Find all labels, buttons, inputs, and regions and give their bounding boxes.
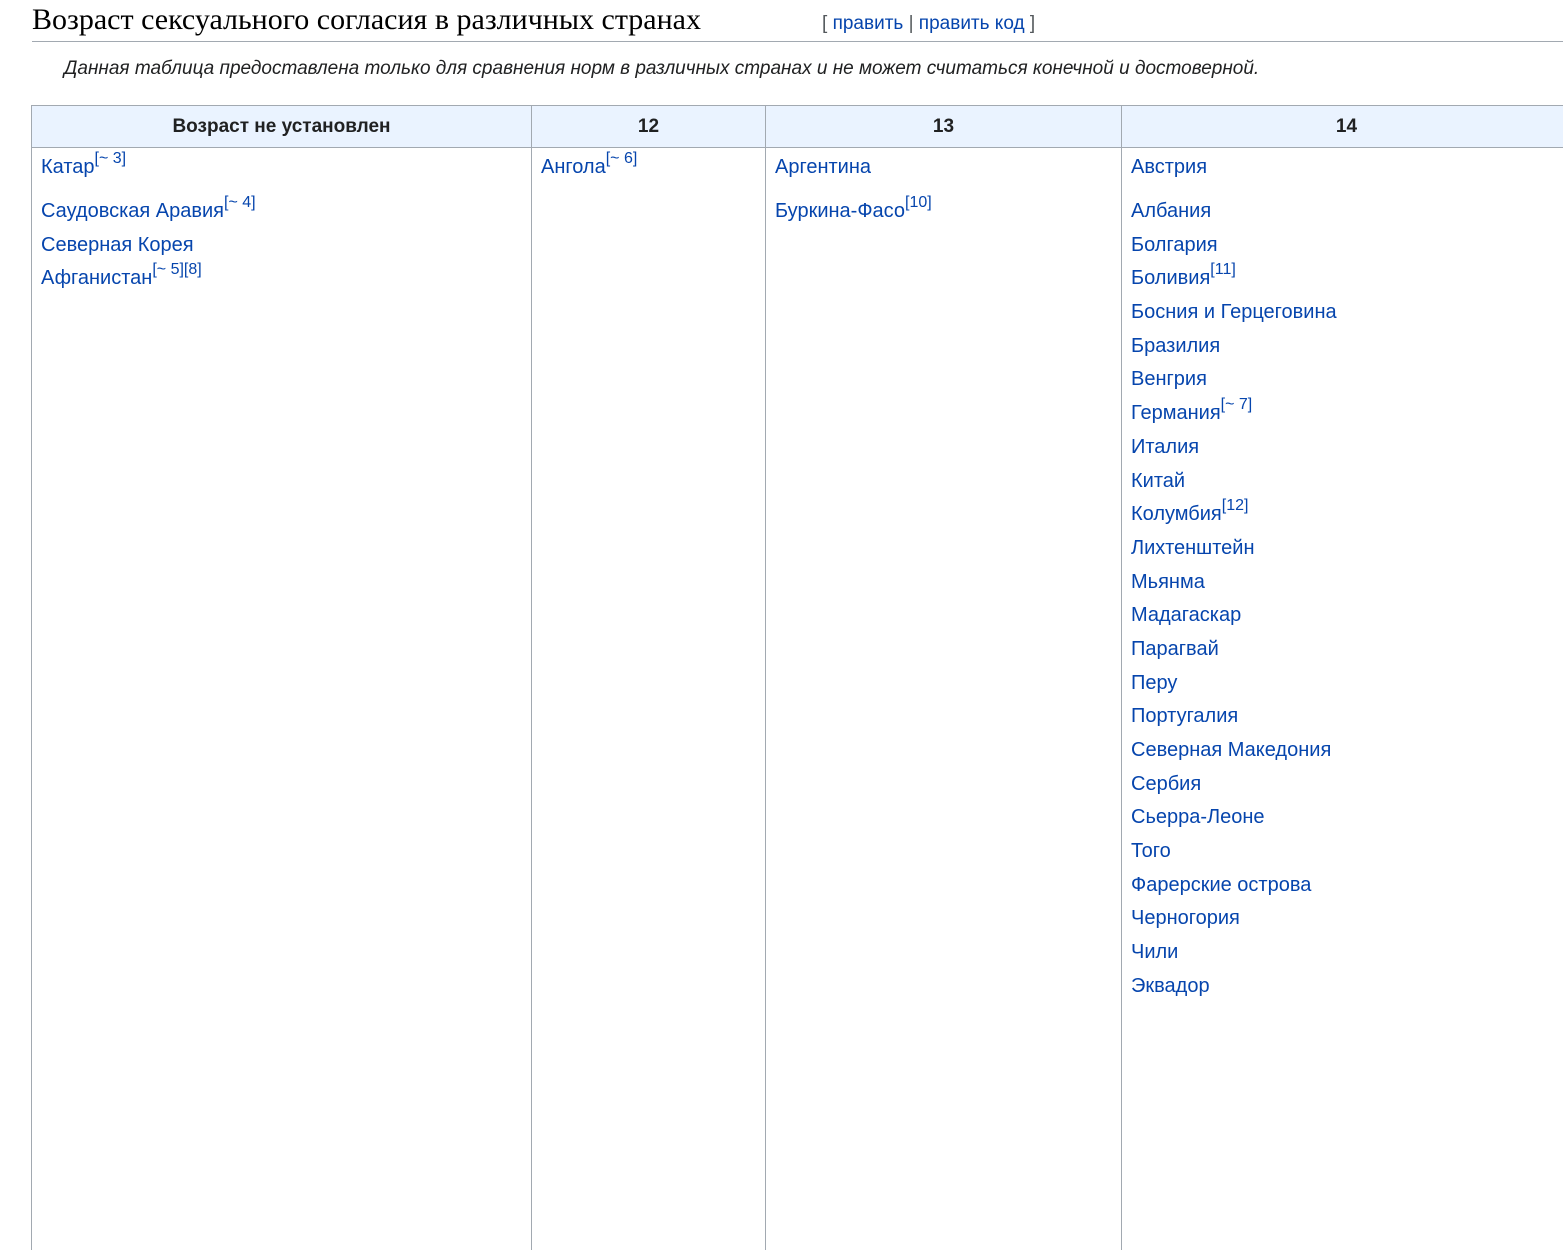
country-link[interactable]: Мьянма [1131,571,1205,593]
country-link[interactable]: Бразилия [1131,335,1220,357]
list-item: Португалия [1131,703,1563,729]
country-link[interactable]: Аргентина [775,156,871,178]
country-link[interactable]: Венгрия [1131,368,1207,390]
country-link[interactable]: Лихтенштейн [1131,537,1255,559]
section-heading: Возраст сексуального согласия в различны… [32,0,1563,42]
edit-bracket-close: ] [1029,13,1036,34]
country-link[interactable]: Того [1131,840,1171,862]
disclaimer-note: Данная таблица предоставлена только для … [64,58,1260,79]
edit-code-link[interactable]: править код [919,13,1025,34]
table-header-row: Возраст не установлен 12 13 14 [31,105,1563,148]
country-link[interactable]: Сьерра-Леоне [1131,806,1265,828]
list-item: Северная Корея [41,232,531,258]
column-age-14: Австрия Албания Болгария Боливия[11] Босния … [1121,147,1563,1250]
list-item: Аргентина [775,154,1121,180]
country-link[interactable]: Боливия [1131,267,1210,289]
list-item: Буркина-Фасо[10] [775,195,1121,224]
header-age-13: 13 [765,105,1122,148]
country-link[interactable]: Северная Македония [1131,739,1331,761]
column-age-12: Ангола[~ 6] [531,147,766,1250]
header-age-14: 14 [1121,105,1563,148]
list-item: Боливия[11] [1131,262,1563,291]
country-link[interactable]: Италия [1131,436,1199,458]
header-no-age: Возраст не установлен [31,105,532,148]
list-item: Германия[~ 7] [1131,397,1563,426]
country-link[interactable]: Болгария [1131,234,1218,256]
list-item: Саудовская Аравия[~ 4] [41,195,531,224]
edit-section-links: [ править | править код ] [822,12,1035,36]
edit-bracket-open: [ [822,13,828,34]
country-link[interactable]: Сербия [1131,773,1201,795]
list-item: Мьянма [1131,569,1563,595]
column-no-age: Катар[~ 3] Саудовская Аравия[~ 4] Северная… [31,147,532,1250]
list-item: Фарерские острова [1131,872,1563,898]
country-link[interactable]: Эквадор [1131,975,1210,997]
list-item: Северная Македония [1131,737,1563,763]
list-item: Парагвай [1131,636,1563,662]
country-link[interactable]: Чили [1131,941,1178,963]
reference-link[interactable]: [~ 3] [95,150,127,167]
edit-link[interactable]: править [833,13,904,34]
country-link[interactable]: Албания [1131,200,1211,222]
list-item: Катар[~ 3] [41,151,531,180]
country-link[interactable]: Афганистан [41,267,152,289]
list-item: Эквадор [1131,973,1563,999]
country-link[interactable]: Португалия [1131,705,1238,727]
country-link[interactable]: Катар [41,156,95,178]
list-item: Афганистан[~ 5][8] [41,262,531,291]
country-link[interactable]: Германия [1131,402,1221,424]
table-row: Катар[~ 3] Саудовская Аравия[~ 4] Северная… [31,147,1563,1250]
list-item: Босния и Герцеговина [1131,299,1563,325]
list-item: Ангола[~ 6] [541,151,765,180]
list-item: Черногория [1131,905,1563,931]
age-of-consent-table: Возраст не установлен 12 13 14 Катар[~ 3… [31,105,1563,1250]
country-link[interactable]: Босния и Герцеговина [1131,301,1337,323]
reference-link[interactable]: [12] [1222,497,1249,514]
list-item: Чили [1131,939,1563,965]
column-age-13: Аргентина Буркина-Фасо[10] [765,147,1122,1250]
list-item: Того [1131,838,1563,864]
reference-link[interactable]: [~ 6] [606,150,638,167]
country-link[interactable]: Саудовская Аравия [41,200,224,222]
reference-link[interactable]: [~ 5][8] [152,261,201,278]
edit-separator: | [908,13,914,34]
list-item: Албания [1131,198,1563,224]
list-item: Италия [1131,434,1563,460]
reference-link[interactable]: [10] [905,194,932,211]
country-link[interactable]: Фарерские острова [1131,874,1311,896]
list-item: Сьерра-Леоне [1131,804,1563,830]
country-link[interactable]: Китай [1131,470,1185,492]
header-age-12: 12 [531,105,766,148]
country-link[interactable]: Австрия [1131,156,1207,178]
country-link[interactable]: Северная Корея [41,234,194,256]
list-item: Мадагаскар [1131,602,1563,628]
reference-link[interactable]: [11] [1210,261,1236,278]
country-link[interactable]: Колумбия [1131,503,1222,525]
country-link[interactable]: Буркина-Фасо [775,200,905,222]
reference-link[interactable]: [~ 7] [1221,396,1253,413]
list-item: Бразилия [1131,333,1563,359]
list-item: Болгария [1131,232,1563,258]
list-item: Австрия [1131,154,1563,180]
country-link[interactable]: Мадагаскар [1131,604,1241,626]
section-title: Возраст сексуального согласия в различны… [32,3,701,36]
country-link[interactable]: Перу [1131,672,1177,694]
list-item: Лихтенштейн [1131,535,1563,561]
list-item: Перу [1131,670,1563,696]
list-item: Китай [1131,468,1563,494]
country-link[interactable]: Ангола [541,156,606,178]
list-item: Сербия [1131,771,1563,797]
list-item: Колумбия[12] [1131,498,1563,527]
country-link[interactable]: Парагвай [1131,638,1219,660]
country-link[interactable]: Черногория [1131,907,1240,929]
reference-link[interactable]: [~ 4] [224,194,256,211]
list-item: Венгрия [1131,366,1563,392]
